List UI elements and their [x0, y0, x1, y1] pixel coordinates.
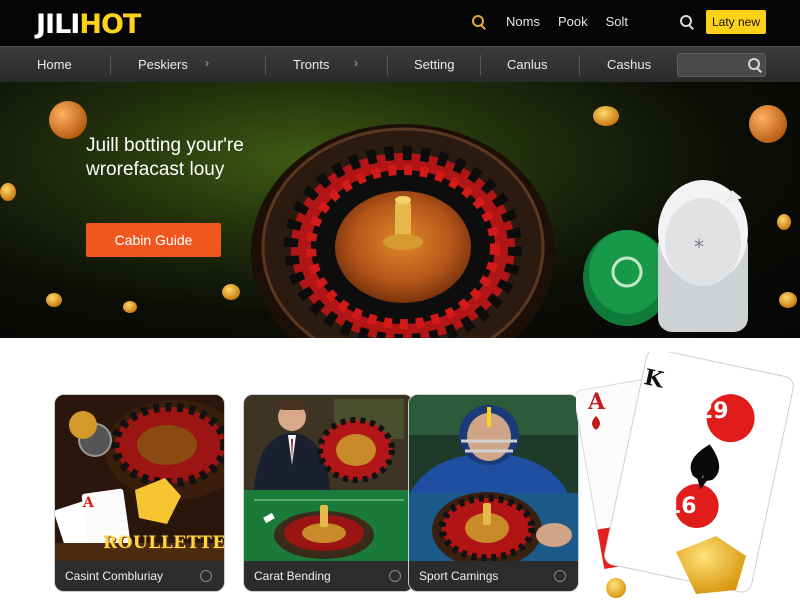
hero-cta-button[interactable]: Cabin Guide [86, 223, 221, 257]
logo-text-white: JILI [36, 9, 80, 40]
nav-divider [265, 55, 266, 75]
svg-text:A: A [82, 495, 95, 511]
coin-icon [779, 292, 797, 308]
top-link-solt[interactable]: Solt [606, 14, 628, 29]
nav-item-home[interactable]: Home [37, 57, 72, 72]
game-card-casino[interactable]: A ROULLETTE Casint Combluriay [54, 394, 225, 592]
nav-item-peskiers[interactable]: Peskiers [138, 57, 188, 72]
coin-icon [593, 106, 619, 126]
nav-divider [110, 55, 111, 75]
coin-icon [777, 214, 791, 230]
hero-banner: * Juill botting your're wrorefacast louy… [0, 82, 800, 338]
top-links: Noms Pook Solt [472, 14, 628, 29]
nav-divider [480, 55, 481, 75]
chip-icon [49, 101, 87, 139]
main-nav: Home Peskiers › Tronts › Setting Canlus … [0, 46, 800, 82]
card-rank-a: A [587, 389, 606, 415]
info-icon[interactable] [389, 570, 401, 582]
green-chip-icon [583, 230, 671, 326]
playing-cards-illustration: A K 29 16 [576, 352, 794, 598]
card-caption-text: Casint Combluriay [65, 569, 164, 583]
card-caption: Sport Camings [409, 561, 578, 591]
nav-divider [387, 55, 388, 75]
nav-item-cashus[interactable]: Cashus [607, 57, 651, 72]
hero-illustration: * [0, 101, 797, 338]
info-icon[interactable] [554, 570, 566, 582]
site-logo[interactable]: JILIHOT [36, 9, 141, 40]
top-link-pook[interactable]: Pook [558, 14, 588, 29]
top-link-noms[interactable]: Noms [506, 14, 540, 29]
coin-icon [222, 284, 240, 300]
coin-icon [46, 293, 62, 307]
chip-value-bottom: 16 [666, 494, 697, 519]
chevron-right-icon: › [205, 56, 209, 70]
search-icon [748, 58, 762, 72]
nav-divider [579, 55, 580, 75]
header-search-icon[interactable] [680, 15, 694, 29]
chip-icon [749, 105, 787, 143]
roulette-badge: ROULLETTE [103, 533, 225, 553]
game-card-carat[interactable]: Carat Bending [243, 394, 414, 592]
svg-text:*: * [694, 235, 704, 259]
hero-title: Juill botting your're wrorefacast louy [86, 135, 244, 180]
nav-item-setting[interactable]: Setting [414, 57, 454, 72]
signup-button[interactable]: Laty new [706, 10, 766, 34]
search-icon[interactable] [472, 14, 486, 29]
card-caption-text: Carat Bending [254, 569, 331, 583]
card-caption: Casint Combluriay [55, 561, 224, 591]
coin-icon [0, 183, 16, 201]
logo-text-yellow: HOT [79, 9, 141, 40]
coin-icon [123, 301, 137, 313]
info-icon[interactable] [200, 570, 212, 582]
card-caption-text: Sport Camings [419, 569, 499, 583]
game-card-sport[interactable]: Sport Camings [408, 394, 579, 592]
nav-item-tronts[interactable]: Tronts [293, 57, 329, 72]
top-bar: JILIHOT Noms Pook Solt Laty new [0, 0, 800, 46]
nav-item-canlus[interactable]: Canlus [507, 57, 547, 72]
card-caption: Carat Bending [244, 561, 413, 591]
chip-value-top: 29 [698, 399, 729, 424]
nav-search-input[interactable] [677, 53, 766, 77]
white-chip-stack-icon: * [658, 180, 748, 332]
chevron-right-icon: › [354, 56, 358, 70]
